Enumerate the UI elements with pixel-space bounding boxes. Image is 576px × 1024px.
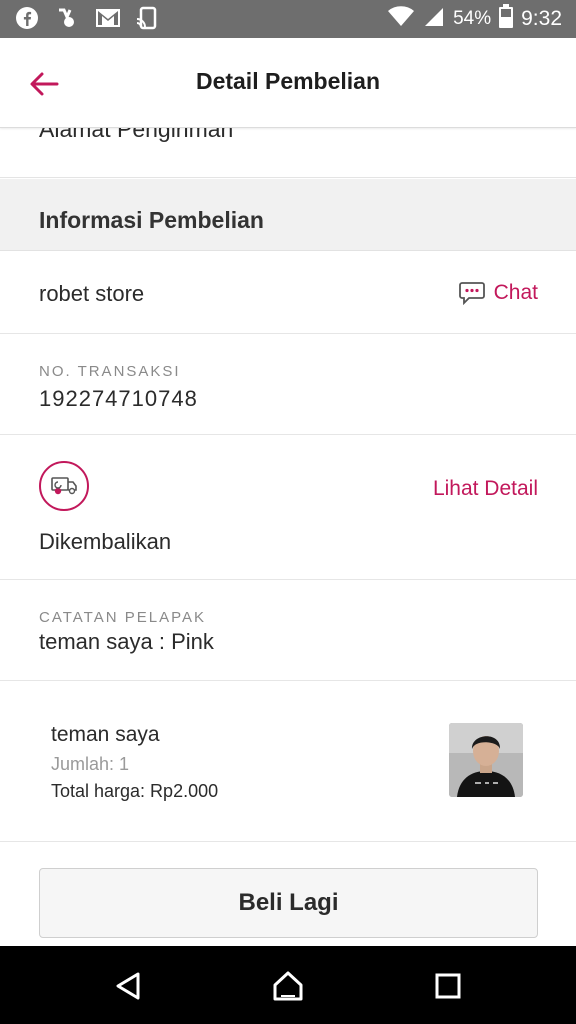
system-status: 54% 9:32 — [387, 4, 562, 34]
battery-percent: 54% — [453, 8, 492, 29]
chat-label: Chat — [493, 281, 538, 304]
nav-home-button[interactable] — [268, 966, 308, 1006]
transaction-row: NO. TRANSAKSI 192274710748 — [0, 334, 576, 435]
seller-note-value: teman saya : Pink — [39, 629, 214, 654]
order-status-text: Dikembalikan — [39, 529, 172, 554]
navigation-bar — [0, 946, 576, 1024]
seller-note-label: CATATAN PELAPAK — [39, 609, 206, 626]
seller-note-row: CATATAN PELAPAK teman saya : Pink — [0, 580, 576, 681]
product-total-price: Total harga: Rp2.000 — [51, 781, 219, 801]
product-item[interactable]: teman saya Jumlah: 1 Total harga: Rp2.00… — [0, 681, 576, 842]
triangle-back-icon — [116, 972, 140, 1000]
buy-again-button[interactable]: Beli Lagi — [39, 868, 538, 938]
recents-icon — [435, 973, 461, 999]
gmail-icon — [94, 5, 120, 31]
cast-icon — [134, 5, 160, 31]
facebook-icon — [14, 5, 40, 31]
signal-icon — [423, 5, 445, 33]
chat-icon — [458, 282, 485, 305]
status-bar: 54% 9:32 — [0, 0, 576, 38]
store-row: robet store Chat — [0, 251, 576, 334]
battery-icon — [499, 4, 514, 34]
order-status-row: Lihat Detail Dikembalikan — [0, 435, 576, 580]
shipping-address-row[interactable]: Alamat Pengiriman — [0, 128, 576, 178]
chat-button[interactable]: Chat — [458, 281, 538, 305]
section-title: Informasi Pembelian — [39, 207, 264, 233]
transaction-number: 192274710748 — [39, 386, 198, 411]
view-detail-link[interactable]: Lihat Detail — [433, 477, 538, 501]
nav-back-button[interactable] — [108, 966, 148, 1006]
purchase-info-header: Informasi Pembelian — [0, 179, 576, 251]
tv-app-icon — [54, 5, 80, 31]
home-icon — [273, 971, 303, 1001]
nav-recents-button[interactable] — [428, 966, 468, 1006]
transaction-label: NO. TRANSAKSI — [39, 363, 181, 380]
shipping-address-label: Alamat Pengiriman — [39, 128, 234, 142]
rebuy-section: Beli Lagi — [0, 842, 576, 946]
purchase-detail-content: Alamat Pengiriman Informasi Pembelian ro… — [0, 128, 576, 946]
product-name: teman saya — [51, 723, 160, 746]
app-header: Detail Pembelian — [0, 38, 576, 128]
product-image[interactable] — [449, 723, 523, 797]
store-name[interactable]: robet store — [39, 281, 144, 307]
return-status-icon — [39, 461, 89, 511]
page-title: Detail Pembelian — [195, 68, 381, 94]
product-quantity: Jumlah: 1 — [51, 754, 130, 774]
chevron-down-icon — [510, 128, 528, 132]
clock: 9:32 — [521, 7, 562, 30]
notification-icons — [14, 5, 160, 31]
wifi-icon — [387, 5, 415, 33]
